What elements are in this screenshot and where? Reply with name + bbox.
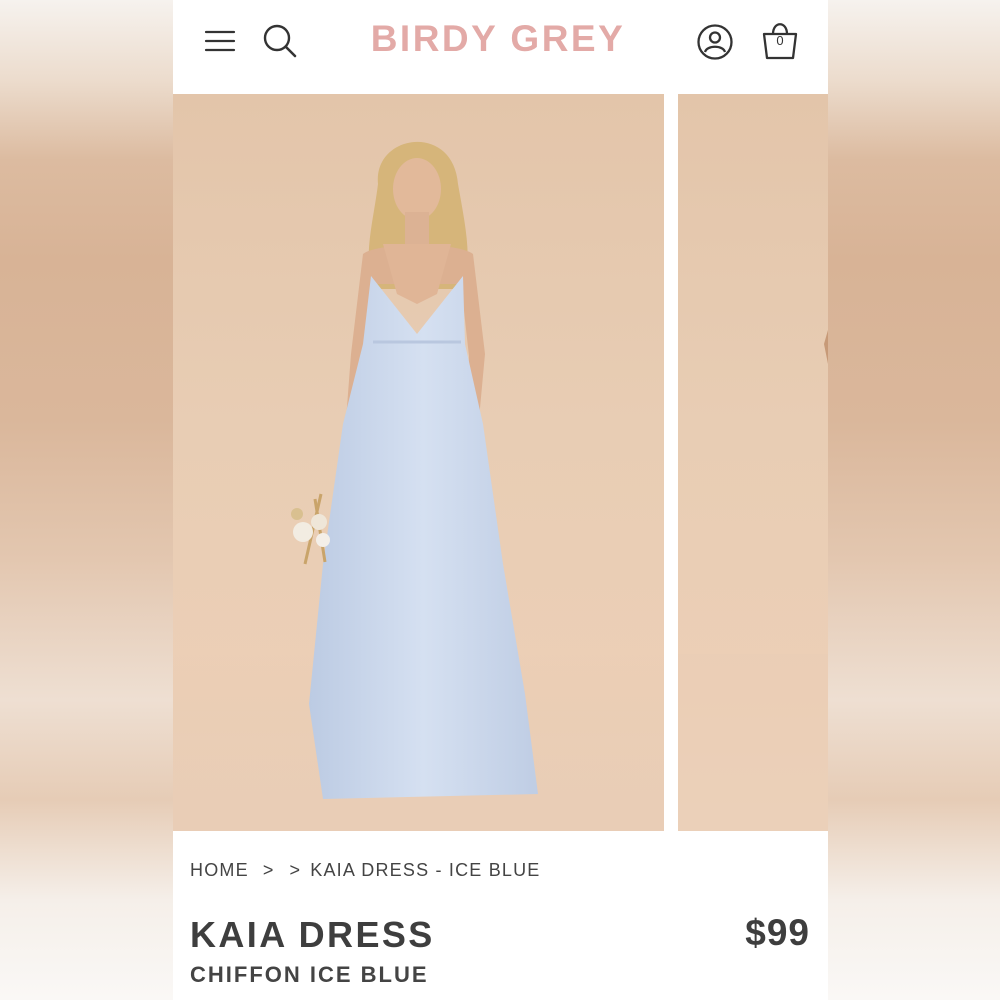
breadcrumb: HOME > > KAIA DRESS - ICE BLUE xyxy=(190,858,541,882)
cart-button[interactable]: 0 xyxy=(757,17,803,63)
product-price: $99 xyxy=(745,912,810,953)
site-header: BIRDY GREY 0 xyxy=(173,0,828,94)
model-photo xyxy=(173,141,664,831)
bouquet xyxy=(291,493,330,565)
hamburger-menu-icon xyxy=(204,30,236,52)
search-icon xyxy=(263,24,297,58)
breadcrumb-current: KAIA DRESS - ICE BLUE xyxy=(310,859,541,880)
cart-count-badge: 0 xyxy=(776,33,784,48)
blurred-background-right xyxy=(828,0,1000,1000)
menu-button[interactable] xyxy=(201,22,239,60)
breadcrumb-separator: > xyxy=(289,859,302,880)
product-subtitle: CHIFFON ICE BLUE xyxy=(190,962,429,987)
user-account-icon xyxy=(697,24,733,60)
product-image-carousel[interactable] xyxy=(173,94,828,831)
product-image-main[interactable] xyxy=(173,94,664,831)
product-image-next[interactable] xyxy=(678,94,828,831)
brand-logo[interactable]: BIRDY GREY xyxy=(363,18,633,60)
mobile-screen: BIRDY GREY 0 HOME > > KAIA DRESS - ICE B… xyxy=(173,0,828,1000)
account-button[interactable] xyxy=(693,20,737,64)
breadcrumb-separator: > xyxy=(262,859,275,880)
blurred-background-left xyxy=(0,0,173,1000)
model-photo-2 xyxy=(678,330,828,831)
search-button[interactable] xyxy=(259,20,301,62)
product-title: KAIA DRESS xyxy=(190,914,435,955)
breadcrumb-home-link[interactable]: HOME xyxy=(190,860,249,881)
